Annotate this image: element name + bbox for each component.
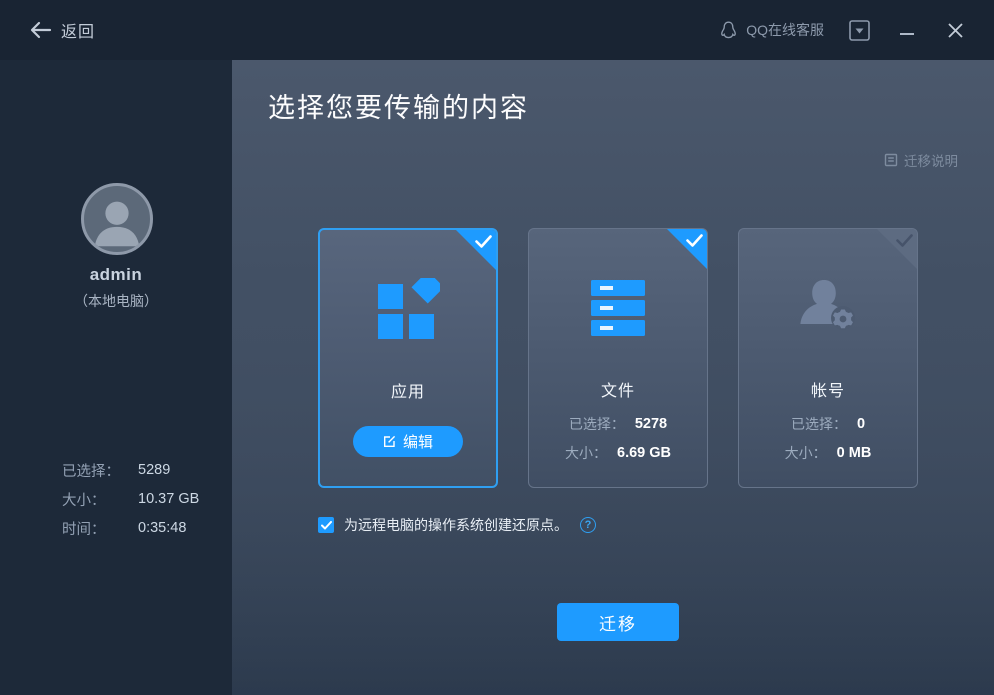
titlebar: 返回 QQ在线客服: [0, 0, 994, 60]
card-files[interactable]: 文件 已选择： 5278 大小： 6.69 GB: [528, 228, 708, 488]
summary-size-value: 10.37 GB: [138, 491, 199, 507]
avatar: [81, 183, 153, 255]
qq-service-button[interactable]: QQ在线客服: [719, 20, 824, 41]
edit-icon: [383, 435, 396, 448]
back-arrow-icon: [30, 21, 52, 39]
card-files-label: 文件: [529, 377, 707, 401]
files-selected-label: 已选择：: [569, 414, 625, 434]
user-name: admin: [0, 265, 232, 285]
summary-time-label: 时间：: [62, 518, 138, 539]
files-selected-value: 5278: [635, 416, 667, 432]
document-icon: [884, 153, 898, 167]
card-accounts-label: 帐号: [739, 377, 917, 401]
check-icon: [475, 235, 492, 248]
app-window: 返回 QQ在线客服: [0, 0, 994, 695]
accounts-size-row: 大小： 0 MB: [739, 438, 917, 467]
summary-selected-value: 5289: [138, 462, 170, 478]
card-accounts[interactable]: 帐号 已选择： 0 大小： 0 MB: [738, 228, 918, 488]
close-button[interactable]: [942, 17, 968, 43]
check-icon: [686, 234, 703, 247]
accounts-selected-value: 0: [857, 416, 865, 432]
restore-point-label: 为远程电脑的操作系统创建还原点。: [344, 515, 568, 535]
files-drives-icon: [529, 253, 707, 363]
sidebar: admin （本地电脑） 已选择： 5289 大小： 10.37 GB 时间： …: [0, 60, 232, 695]
qq-service-label: QQ在线客服: [746, 20, 824, 40]
page-title: 选择您要传输的内容: [268, 86, 529, 125]
check-icon: [896, 234, 913, 247]
user-subtitle: （本地电脑）: [0, 291, 232, 311]
main-content: 选择您要传输的内容 迁移说明: [232, 60, 994, 695]
migration-help-label: 迁移说明: [904, 150, 958, 170]
edit-apps-button[interactable]: 编辑: [353, 426, 463, 457]
summary-time-value: 0:35:48: [138, 520, 186, 536]
transfer-summary: 已选择： 5289 大小： 10.37 GB 时间： 0:35:48: [62, 461, 199, 548]
files-size-row: 大小： 6.69 GB: [529, 438, 707, 467]
titlebar-controls: QQ在线客服: [719, 17, 968, 43]
restore-point-row: 为远程电脑的操作系统创建还原点。 ?: [318, 515, 596, 535]
qq-penguin-icon: [719, 20, 738, 41]
files-selected-row: 已选择： 5278: [529, 409, 707, 438]
summary-selected-row: 已选择： 5289: [62, 461, 199, 479]
apps-grid-icon: [320, 254, 496, 364]
transfer-category-cards: 应用 编辑: [318, 228, 918, 488]
card-accounts-stats: 已选择： 0 大小： 0 MB: [739, 409, 917, 467]
dropdown-menu-button[interactable]: [846, 17, 872, 43]
card-apps-label: 应用: [320, 378, 496, 402]
back-button[interactable]: 返回: [30, 18, 95, 42]
accounts-selected-row: 已选择： 0: [739, 409, 917, 438]
accounts-size-label: 大小：: [785, 443, 827, 463]
accounts-size-value: 0 MB: [837, 445, 872, 461]
edit-apps-label: 编辑: [403, 431, 433, 452]
summary-size-label: 大小：: [62, 489, 138, 510]
back-label: 返回: [61, 18, 95, 42]
files-size-value: 6.69 GB: [617, 445, 671, 461]
summary-selected-label: 已选择：: [62, 460, 138, 481]
account-user-gear-icon: [739, 253, 917, 363]
migration-help-link[interactable]: 迁移说明: [884, 150, 958, 170]
summary-size-row: 大小： 10.37 GB: [62, 490, 199, 508]
restore-point-checkbox[interactable]: [318, 517, 334, 533]
migrate-button[interactable]: 迁移: [557, 603, 679, 641]
summary-time-row: 时间： 0:35:48: [62, 519, 199, 537]
files-size-label: 大小：: [565, 443, 607, 463]
minimize-button[interactable]: [894, 17, 920, 43]
card-apps[interactable]: 应用 编辑: [318, 228, 498, 488]
accounts-selected-label: 已选择：: [791, 414, 847, 434]
card-files-stats: 已选择： 5278 大小： 6.69 GB: [529, 409, 707, 467]
help-question-icon[interactable]: ?: [580, 517, 596, 533]
